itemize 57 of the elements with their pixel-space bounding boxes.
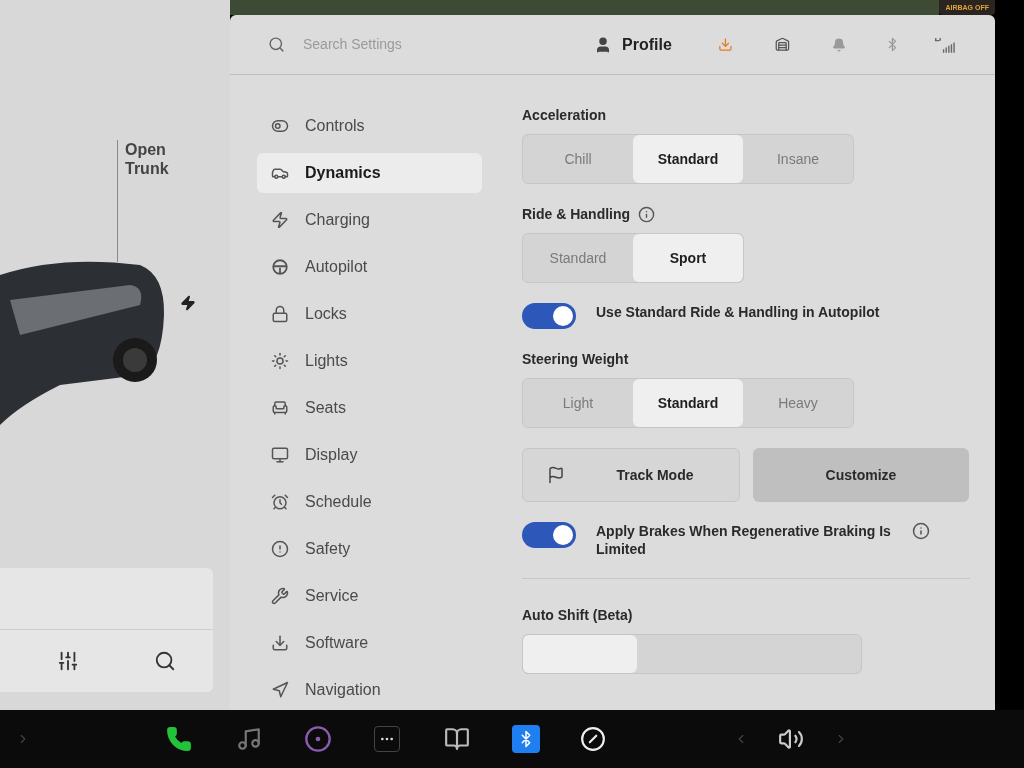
navigation-arrow-icon (271, 681, 289, 699)
track-mode-button[interactable]: Track Mode (522, 448, 740, 502)
download-icon (271, 634, 289, 652)
alarm-clock-icon (271, 493, 289, 511)
lock-icon (271, 305, 289, 323)
manual-icon[interactable] (444, 726, 470, 752)
toggle-switch[interactable] (522, 522, 576, 548)
search-icon[interactable] (153, 650, 176, 672)
sidebar-item[interactable]: Service (257, 576, 482, 616)
sidebar-item[interactable]: Safety (257, 529, 482, 569)
checkered-flag-icon (547, 466, 565, 484)
bluetooth-icon[interactable] (512, 725, 540, 753)
sidebar-item[interactable]: Lights (257, 341, 482, 381)
section-title: Steering Weight (522, 350, 629, 369)
sun-icon (271, 352, 289, 370)
segment-option[interactable]: Standard (633, 135, 743, 183)
steering-wheel-icon (271, 258, 289, 276)
sidebar-item[interactable]: Autopilot (257, 247, 482, 287)
sidebar-item[interactable]: Schedule (257, 482, 482, 522)
lightning-icon (271, 211, 289, 229)
customize-button[interactable]: Customize (753, 448, 969, 502)
sidebar-item[interactable]: Locks (257, 294, 482, 334)
sidebar-item[interactable]: Navigation (257, 670, 482, 710)
sidebar-item[interactable]: Software (257, 623, 482, 663)
sidebar-item[interactable]: Seats (257, 388, 482, 428)
signal-icon (934, 35, 957, 54)
sidebar-item[interactable]: Display (257, 435, 482, 475)
profile-button[interactable]: Profile (622, 32, 672, 57)
sliders-icon[interactable] (57, 650, 80, 672)
toggle-switch[interactable] (522, 303, 576, 329)
info-icon[interactable] (638, 206, 656, 223)
volume-icon[interactable] (778, 726, 804, 752)
toggle-icon (271, 117, 289, 135)
wrench-icon (271, 587, 289, 605)
more-icon[interactable] (374, 726, 400, 752)
seat-icon (271, 399, 289, 417)
section-title: Ride & Handling (522, 205, 631, 224)
garage-icon[interactable] (774, 36, 790, 53)
search-icon (268, 36, 285, 53)
sidebar-item[interactable]: Dynamics (257, 153, 482, 193)
segment-option[interactable]: Sport (633, 234, 743, 282)
display-icon (271, 446, 289, 464)
setting-label: Use Standard Ride & Handling in Autopilot (596, 303, 881, 321)
setting-label: Apply Brakes When Regenerative Braking Is Limited (596, 522, 892, 558)
open-trunk-button[interactable]: Open Trunk (125, 140, 185, 178)
sidebar-item[interactable]: Charging (257, 200, 482, 240)
segment-option[interactable]: Standard (633, 379, 743, 427)
section-title: Acceleration (522, 106, 607, 125)
music-icon[interactable] (236, 726, 262, 752)
lightning-icon (180, 295, 196, 311)
alert-icon (271, 540, 289, 558)
info-icon[interactable] (912, 522, 930, 540)
section-title: Auto Shift (Beta) (522, 606, 634, 625)
search-field[interactable]: Search Settings (303, 34, 503, 55)
no-signal-icon[interactable] (580, 726, 606, 752)
sidebar-item[interactable]: Controls (257, 106, 482, 146)
phone-icon[interactable] (166, 726, 192, 752)
